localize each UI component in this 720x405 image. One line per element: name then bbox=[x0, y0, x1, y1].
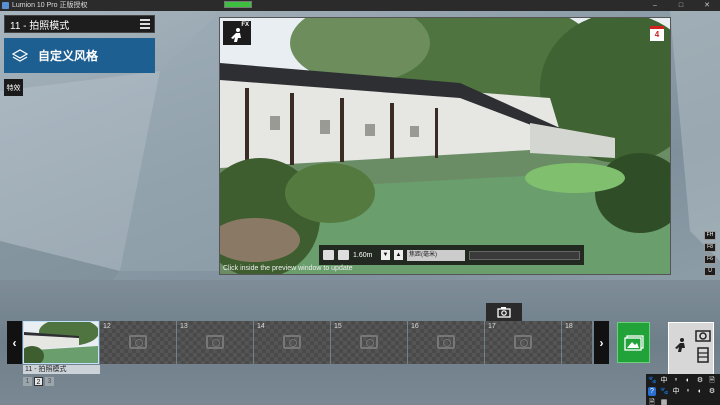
tray-note-icon[interactable]: 🗎 bbox=[708, 376, 716, 385]
close-button[interactable]: ✕ bbox=[694, 0, 720, 11]
tray-settings-icon[interactable]: ⚙ bbox=[696, 376, 704, 385]
mode-switch-panel bbox=[668, 322, 714, 375]
photo-slot-18[interactable]: 18 bbox=[562, 321, 592, 364]
camera-icon bbox=[497, 307, 511, 318]
photo-slot-17[interactable]: 17 bbox=[485, 321, 561, 364]
lumion-app-icon bbox=[2, 2, 9, 9]
maximize-button[interactable]: □ bbox=[668, 0, 694, 11]
photo-slot-number: 16 bbox=[411, 323, 419, 330]
tray-ime-icon-2[interactable]: 中 bbox=[672, 387, 680, 396]
save-render-button[interactable] bbox=[617, 322, 650, 363]
photo-slot-12[interactable]: 12 bbox=[100, 321, 176, 364]
layers-icon bbox=[12, 48, 28, 62]
photo-slot-number: 18 bbox=[565, 323, 573, 330]
photo-slot-15[interactable]: 15 bbox=[331, 321, 407, 364]
take-photo-button[interactable] bbox=[486, 303, 522, 321]
tray-punct-icon[interactable]: ⁿ bbox=[672, 376, 680, 385]
page-1-button[interactable]: 1 bbox=[23, 377, 32, 386]
empty-camera-icon bbox=[283, 335, 301, 349]
active-photo-caption: 11 - 拍照模式 bbox=[23, 365, 100, 374]
garden-scene-render bbox=[220, 18, 670, 274]
side-button-u[interactable]: U bbox=[704, 267, 716, 276]
fx-label: FX bbox=[241, 22, 249, 28]
empty-camera-icon bbox=[360, 335, 378, 349]
minimize-button[interactable]: – bbox=[642, 0, 668, 11]
filmstrip-prev-button[interactable]: ‹ bbox=[7, 321, 22, 364]
focal-length-slider[interactable] bbox=[469, 250, 580, 260]
tray-settings-icon-2[interactable]: ⚙ bbox=[708, 387, 716, 396]
window-controls: – □ ✕ bbox=[642, 0, 720, 11]
empty-camera-icon bbox=[437, 335, 455, 349]
window-titlebar: Lumion 10 Pro 正版授权 – □ ✕ bbox=[0, 0, 720, 11]
page-3-button[interactable]: 3 bbox=[45, 377, 54, 386]
mode-title: 11 - 拍照模式 bbox=[10, 20, 70, 32]
photographer-icon bbox=[231, 28, 241, 42]
tray-ime-icon[interactable]: 中 bbox=[660, 376, 668, 385]
window-title: Lumion 10 Pro 正版授权 bbox=[12, 2, 88, 9]
tray-pet-icon-2[interactable]: 🐾 bbox=[660, 387, 669, 396]
photo-slot-number: 13 bbox=[180, 323, 188, 330]
photo-mode-icon[interactable] bbox=[673, 337, 689, 353]
fx-badge[interactable]: FX bbox=[223, 21, 251, 45]
camera-icon[interactable] bbox=[323, 250, 334, 260]
empty-camera-icon bbox=[206, 335, 224, 349]
photo-slot-16[interactable]: 16 bbox=[408, 321, 484, 364]
movie-mode-icon[interactable] bbox=[695, 347, 711, 363]
update-hint: Click inside the preview window to updat… bbox=[223, 265, 353, 272]
photo-filmstrip: 12 13 14 15 16 17 18 bbox=[20, 318, 592, 366]
page-2-button[interactable]: 2 bbox=[34, 377, 43, 386]
tray-moon-icon[interactable]: ◐ bbox=[684, 376, 692, 385]
tray-pet-icon[interactable]: 🐾 bbox=[648, 376, 657, 385]
empty-camera-icon bbox=[129, 335, 147, 349]
photo-slot-14[interactable]: 14 bbox=[254, 321, 330, 364]
effects-button[interactable]: 特效 bbox=[4, 79, 23, 96]
photo-mode-header: 11 - 拍照模式 bbox=[4, 15, 155, 33]
custom-style-label: 自定义风格 bbox=[38, 49, 99, 63]
tray-punct-icon-2[interactable]: ⁿ bbox=[684, 387, 692, 396]
side-button-f8[interactable]: F8 bbox=[704, 243, 716, 252]
side-button-column: FH F8 F6 U bbox=[704, 231, 716, 276]
focal-length-label: 焦距(毫米) bbox=[407, 249, 465, 261]
side-button-f6[interactable]: F6 bbox=[704, 255, 716, 264]
empty-camera-icon bbox=[514, 335, 532, 349]
camera-height-icon bbox=[338, 250, 349, 260]
camera-controls-bar: 1.60m ▼ ▲ 焦距(毫米) bbox=[319, 245, 584, 265]
calendar-icon[interactable]: 4 bbox=[650, 26, 664, 41]
tray-note-icon-2[interactable]: 🗎 bbox=[648, 398, 656, 405]
photo-slot-number: 14 bbox=[257, 323, 265, 330]
camera-height-value: 1.60m bbox=[353, 251, 373, 259]
system-tray: 🐾 中 ⁿ ◐ ⚙ 🗎 ? 🐾 中 ⁿ ◐ ⚙ 🗎 ▦ bbox=[646, 374, 720, 405]
photo-slot-number: 15 bbox=[334, 323, 342, 330]
tray-grid-icon[interactable]: ▦ bbox=[660, 398, 668, 405]
side-button-fh[interactable]: FH bbox=[704, 231, 716, 240]
tray-moon-icon-2[interactable]: ◐ bbox=[696, 387, 704, 396]
camera-mode-icon[interactable] bbox=[695, 327, 711, 343]
custom-style-button[interactable]: 自定义风格 bbox=[4, 38, 155, 73]
image-gallery-icon bbox=[623, 334, 644, 351]
photo-slot-number: 12 bbox=[103, 323, 111, 330]
filmstrip-next-button[interactable]: › bbox=[594, 321, 609, 364]
render-progress-bar bbox=[224, 1, 252, 8]
height-up-button[interactable]: ▲ bbox=[394, 250, 403, 260]
tray-help-icon[interactable]: ? bbox=[648, 387, 656, 396]
height-down-button[interactable]: ▼ bbox=[381, 250, 390, 260]
photo-slot-11[interactable] bbox=[20, 318, 99, 366]
hamburger-menu-icon[interactable] bbox=[140, 19, 150, 29]
filmstrip-pager: 1 2 3 bbox=[23, 377, 54, 386]
photo-slot-13[interactable]: 13 bbox=[177, 321, 253, 364]
preview-viewport[interactable]: FX 4 1.60m ▼ ▲ 焦距(毫米) Click inside the p… bbox=[219, 17, 671, 275]
photo-slot-number: 17 bbox=[488, 323, 496, 330]
photo-thumbnail bbox=[20, 318, 99, 366]
